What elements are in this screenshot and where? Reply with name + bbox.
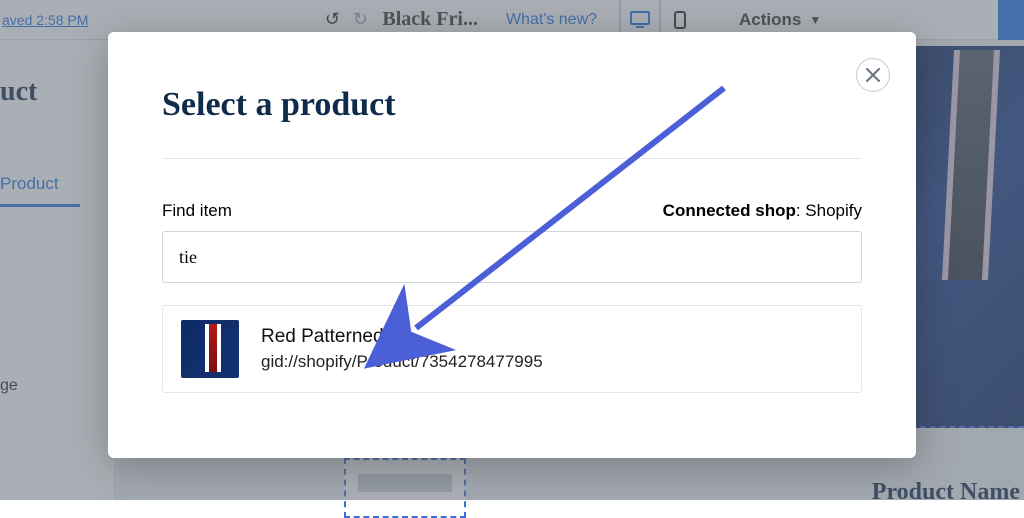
select-product-modal: Select a product Find item Connected sho… [108,32,916,458]
result-thumbnail [181,320,239,378]
modal-title: Select a product [162,86,862,124]
product-search-input[interactable] [162,231,862,283]
result-name: Red Patterned Tie [261,326,543,348]
result-gid: gid://shopify/Product/7354278477995 [261,352,543,372]
close-button[interactable] [856,58,890,92]
find-item-label: Find item [162,201,232,221]
search-result-item[interactable]: Red Patterned Tie gid://shopify/Product/… [162,305,862,393]
connected-shop-label: Connected shop: Shopify [663,201,862,221]
close-icon [866,68,880,82]
